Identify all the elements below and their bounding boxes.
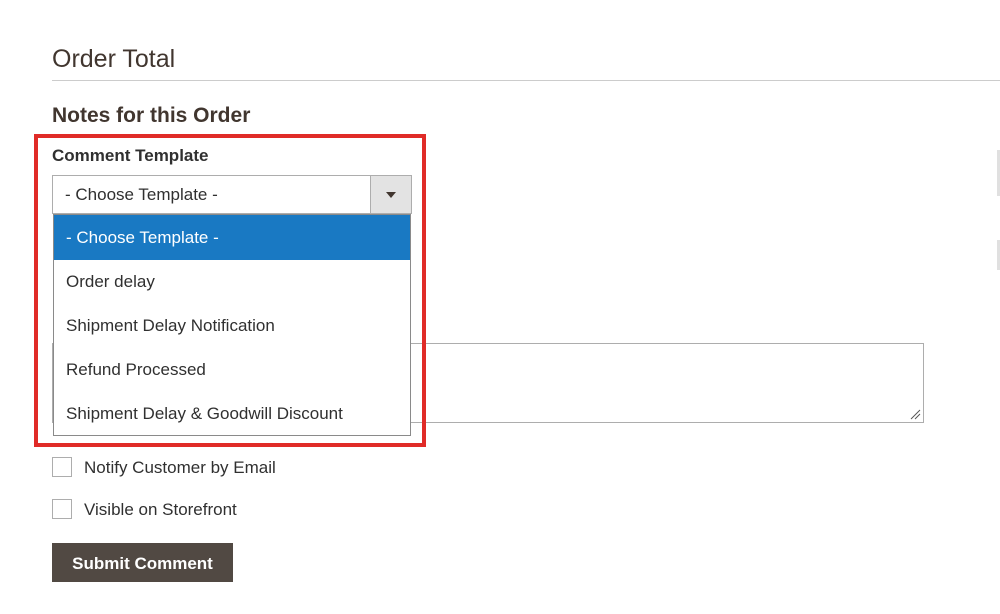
notify-customer-checkbox[interactable] bbox=[52, 457, 72, 477]
visible-storefront-checkbox[interactable] bbox=[52, 499, 72, 519]
resize-handle-icon[interactable] bbox=[909, 408, 921, 420]
notify-customer-label[interactable]: Notify Customer by Email bbox=[84, 457, 276, 479]
highlight-annotation-box bbox=[34, 134, 426, 447]
section-title: Order Total bbox=[52, 45, 176, 73]
visible-storefront-label[interactable]: Visible on Storefront bbox=[84, 499, 237, 521]
submit-comment-button[interactable]: Submit Comment bbox=[52, 543, 233, 582]
notes-title: Notes for this Order bbox=[52, 104, 251, 127]
section-divider bbox=[52, 80, 1000, 81]
